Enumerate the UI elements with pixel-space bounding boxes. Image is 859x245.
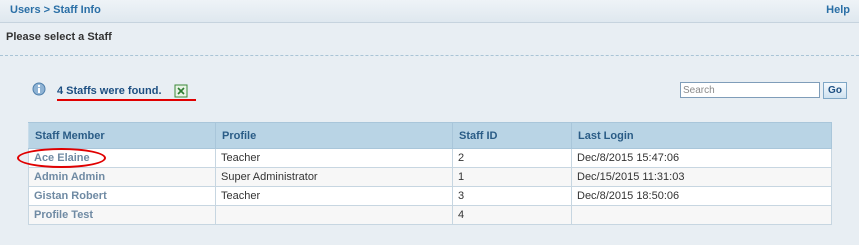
staff-name-link[interactable]: Ace Elaine: [28, 148, 216, 168]
profile-cell: [215, 205, 453, 225]
staff-id-cell: 4: [452, 205, 572, 225]
last-login-cell: [571, 205, 832, 225]
column-header-profile[interactable]: Profile: [215, 122, 453, 149]
breadcrumb-users-link[interactable]: Users: [10, 4, 41, 16]
sub-header: Please select a Staff: [0, 23, 859, 56]
help-link[interactable]: Help: [826, 4, 850, 16]
profile-cell: Teacher: [215, 186, 453, 206]
breadcrumb-separator: >: [43, 4, 51, 16]
column-header-last-login[interactable]: Last Login: [571, 122, 832, 149]
last-login-cell: Dec/8/2015 18:50:06: [571, 186, 832, 206]
table-row[interactable]: Gistan Robert Teacher 3 Dec/8/2015 18:50…: [28, 186, 832, 206]
results-count-text: 4 Staffs were found.: [57, 85, 162, 97]
staff-id-cell: 2: [452, 148, 572, 168]
table-header-row: Staff Member Profile Staff ID Last Login: [28, 122, 832, 149]
go-button[interactable]: Go: [823, 82, 847, 99]
page-prompt: Please select a Staff: [6, 31, 112, 43]
column-header-staff-id[interactable]: Staff ID: [452, 122, 572, 149]
staff-name-link[interactable]: Gistan Robert: [28, 186, 216, 206]
column-header-staff-member[interactable]: Staff Member: [28, 122, 216, 149]
search-input[interactable]: [680, 82, 820, 98]
staff-name-link[interactable]: Profile Test: [28, 205, 216, 225]
breadcrumb-current: Staff Info: [53, 4, 101, 16]
last-login-cell: Dec/8/2015 15:47:06: [571, 148, 832, 168]
red-underline-annotation: [57, 99, 196, 101]
staff-name-link[interactable]: Admin Admin: [28, 167, 216, 187]
top-bar: Users > Staff Info Help: [0, 0, 859, 23]
table-row[interactable]: Admin Admin Super Administrator 1 Dec/15…: [28, 167, 832, 187]
info-icon: [32, 82, 46, 96]
table-row[interactable]: Ace Elaine Teacher 2 Dec/8/2015 15:47:06: [28, 148, 832, 168]
breadcrumb: Users > Staff Info: [10, 4, 101, 16]
staff-id-cell: 1: [452, 167, 572, 187]
excel-export-icon[interactable]: [174, 84, 188, 98]
staff-table: Staff Member Profile Staff ID Last Login…: [28, 122, 832, 225]
staff-id-cell: 3: [452, 186, 572, 206]
profile-cell: Teacher: [215, 148, 453, 168]
profile-cell: Super Administrator: [215, 167, 453, 187]
table-row[interactable]: Profile Test 4: [28, 205, 832, 225]
last-login-cell: Dec/15/2015 11:31:03: [571, 167, 832, 187]
